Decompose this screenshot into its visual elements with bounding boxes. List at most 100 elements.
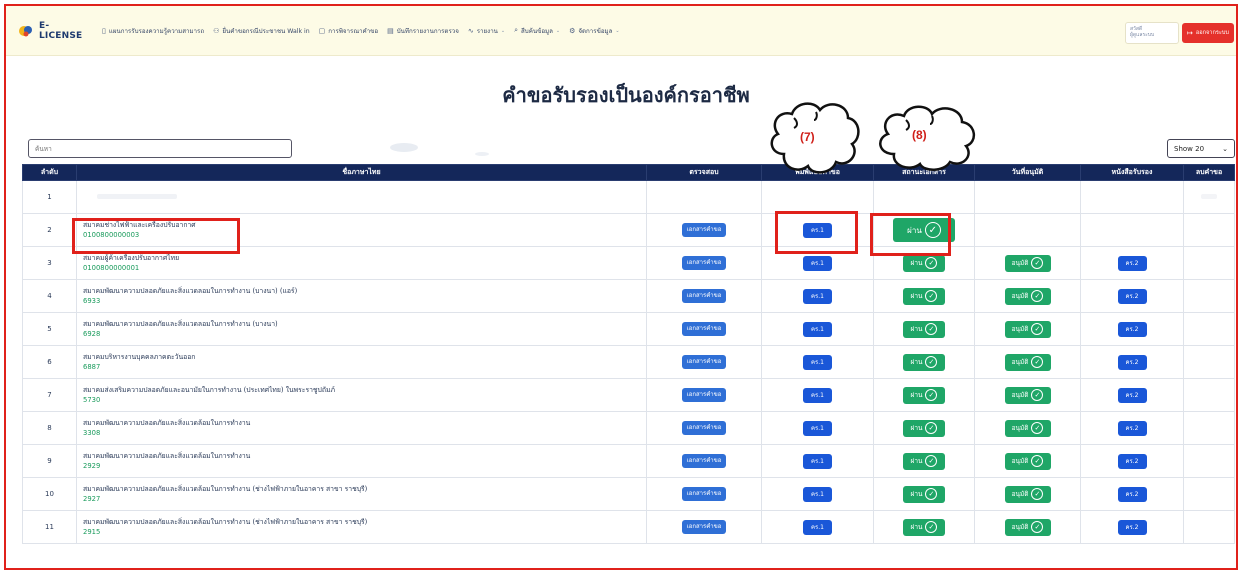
approved-button[interactable]: อนุมัติ ✓	[1004, 287, 1051, 305]
approved-button[interactable]: อนุมัติ ✓	[1004, 419, 1051, 437]
print-kr1-button[interactable]: คร.1	[803, 354, 832, 370]
organization-name[interactable]: สมาคมพัฒนาความปลอดภัยและสิ่งแวดล้อมในการ…	[83, 451, 646, 461]
organization-name[interactable]: สมาคมพัฒนาความปลอดภัยและสิ่งแวดล้อมในการ…	[83, 484, 646, 494]
col-header-no[interactable]: ลำดับ	[22, 164, 77, 181]
organization-name[interactable]: สมาคมพัฒนาความปลอดภัยและสิ่งแวดลอมในการท…	[83, 286, 646, 296]
col-header-approve-date[interactable]: วันที่อนุมัติ	[974, 164, 1081, 181]
nav-item-manage-data[interactable]: ⚙ จัดการข้อมูล ⌄	[569, 26, 620, 36]
nav-item-walkin[interactable]: ⚇ ยื่นคำขอกรณีประชาชน Walk in	[213, 26, 310, 36]
nav-item-label: จัดการข้อมูล	[578, 27, 613, 35]
user-info[interactable]: สวัสดี ผู้ดูแลระบบ	[1125, 22, 1179, 44]
organization-name[interactable]: สมาคมพัฒนาความปลอดภัยและสิ่งแวดล้อมในการ…	[83, 517, 646, 527]
doc-pass-button[interactable]: ผ่าน ✓	[903, 518, 945, 536]
row-number: 4	[22, 279, 77, 313]
print-kr2-button[interactable]: คร.2	[1117, 321, 1147, 337]
request-document-button[interactable]: เอกสารคำขอ	[681, 289, 727, 303]
print-kr1-button[interactable]: คร.1	[803, 453, 832, 469]
approved-button[interactable]: อนุมัติ ✓	[1004, 518, 1051, 536]
table-row: 1	[22, 180, 1235, 214]
col-header-delete[interactable]: ลบคำขอ	[1183, 164, 1235, 181]
organization-code: 0100800000001	[83, 264, 140, 272]
check-cell: เอกสารคำขอ	[646, 246, 762, 280]
print-kr1-button[interactable]: คร.1	[803, 321, 832, 337]
doc-pass-button[interactable]: ผ่าน ✓	[903, 287, 945, 305]
doc-pass-button[interactable]: ผ่าน ✓	[903, 452, 945, 470]
print-kr1-button[interactable]: คร.1	[803, 255, 832, 271]
nav-item-search-data[interactable]: ⌕ สืบค้นข้อมูล ⌄	[514, 26, 560, 36]
print-kr2-button[interactable]: คร.2	[1117, 387, 1147, 403]
col-header-print[interactable]: พิมพ์แบบคำขอ	[761, 164, 874, 181]
doc-pass-button[interactable]: ผ่าน ✓	[903, 353, 945, 371]
doc-status-cell: ผ่าน ✓	[873, 477, 975, 511]
row-name-cell: สมาคมพัฒนาความปลอดภัยและสิ่งแวดล้อมในการ…	[76, 411, 647, 445]
approved-button[interactable]: อนุมัติ ✓	[1004, 320, 1051, 338]
nav-item-reports[interactable]: ∿ รายงาน ⌄	[468, 26, 505, 36]
approved-button[interactable]: อนุมัติ ✓	[1004, 452, 1051, 470]
print-kr1-button[interactable]: คร.1	[803, 288, 832, 304]
approved-button[interactable]: อนุมัติ ✓	[1004, 485, 1051, 503]
organization-name[interactable]: สมาคมช่างไฟฟ้าและเครื่องปรับอากาศ	[83, 220, 646, 230]
brand[interactable]: E-LICENSE	[18, 21, 92, 41]
approved-button[interactable]: อนุมัติ ✓	[1004, 386, 1051, 404]
chevron-down-icon: ⌄	[500, 27, 506, 34]
check-circle-icon: ✓	[925, 290, 938, 302]
doc-pass-button[interactable]: ผ่าน ✓	[893, 218, 955, 242]
print-kr1-button[interactable]: คร.1	[803, 222, 832, 238]
print-kr2-button[interactable]: คร.2	[1117, 354, 1147, 370]
print-kr1-button[interactable]: คร.1	[803, 486, 832, 502]
request-document-button[interactable]: เอกสารคำขอ	[681, 388, 727, 402]
request-document-button[interactable]: เอกสารคำขอ	[681, 322, 727, 336]
doc-pass-button[interactable]: ผ่าน ✓	[903, 254, 945, 272]
print-kr2-button[interactable]: คร.2	[1117, 486, 1147, 502]
page-size-select[interactable]: Show 20 ⌄	[1167, 139, 1235, 158]
row-name-cell: สมาคมพัฒนาความปลอดภัยและสิ่งแวดล้อมในการ…	[76, 510, 647, 544]
organization-name[interactable]: สมาคมพัฒนาความปลอดภัยและสิ่งแวดลอมในการท…	[83, 319, 646, 329]
request-document-button[interactable]: เอกสารคำขอ	[681, 256, 727, 270]
request-document-button[interactable]: เอกสารคำขอ	[681, 520, 727, 534]
print-kr2-button[interactable]: คร.2	[1117, 519, 1147, 535]
row-number: 2	[22, 213, 77, 247]
table-row: 5 สมาคมพัฒนาความปลอดภัยและสิ่งแวดลอมในการ…	[22, 312, 1235, 346]
print-kr1-button[interactable]: คร.1	[803, 387, 832, 403]
doc-pass-button[interactable]: ผ่าน ✓	[903, 386, 945, 404]
col-header-name[interactable]: ชื่อภาษาไทย	[76, 164, 647, 181]
request-document-button[interactable]: เอกสารคำขอ	[681, 454, 727, 468]
print-kr1-button[interactable]: คร.1	[803, 420, 832, 436]
print-kr2-button[interactable]: คร.2	[1117, 255, 1147, 271]
approved-button[interactable]: อนุมัติ ✓	[1004, 254, 1051, 272]
organization-name[interactable]: สมาคมส่งเสริมความปลอดภัยและอนามัยในการทำ…	[83, 385, 646, 395]
request-document-button[interactable]: เอกสารคำขอ	[681, 487, 727, 501]
row-number: 3	[22, 246, 77, 280]
request-document-button[interactable]: เอกสารคำขอ	[681, 223, 727, 237]
col-header-check[interactable]: ตรวจสอบ	[646, 164, 762, 181]
nav-item-inspection-log[interactable]: ▤ บันทึกรายงานการตรวจ	[387, 26, 459, 36]
col-header-doc-status[interactable]: สถานะเอกสาร	[873, 164, 975, 181]
print-cell: คร.1	[761, 477, 874, 511]
approved-label: อนุมัติ	[1011, 292, 1029, 300]
print-kr1-button[interactable]: คร.1	[803, 519, 832, 535]
nav-item-certification-plan[interactable]: ▯ แผนการรับรองความรู้ความสามารถ	[102, 26, 204, 36]
print-kr2-button[interactable]: คร.2	[1117, 288, 1147, 304]
request-document-button[interactable]: เอกสารคำขอ	[681, 355, 727, 369]
print-kr2-button[interactable]: คร.2	[1117, 420, 1147, 436]
organization-name[interactable]: สมาคมผู้ค้าเครื่องปรับอากาศไทย	[83, 253, 646, 263]
doc-pass-button[interactable]: ผ่าน ✓	[903, 320, 945, 338]
organization-name[interactable]: สมาคมบริหารงานบุคคลภาคตะวันออก	[83, 352, 646, 362]
doc-pass-button[interactable]: ผ่าน ✓	[903, 485, 945, 503]
nav-item-review[interactable]: ▢ การพิจารณาคำขอ	[319, 26, 378, 36]
print-kr2-button[interactable]: คร.2	[1117, 453, 1147, 469]
approved-button[interactable]: อนุมัติ ✓	[1004, 353, 1051, 371]
doc-pass-button[interactable]: ผ่าน ✓	[903, 419, 945, 437]
organization-name[interactable]: สมาคมพัฒนาความปลอดภัยและสิ่งแวดล้อมในการ…	[83, 418, 646, 428]
col-header-certificate[interactable]: หนังสือรับรอง	[1080, 164, 1184, 181]
request-document-button[interactable]: เอกสารคำขอ	[681, 421, 727, 435]
check-cell: เอกสารคำขอ	[646, 213, 762, 247]
approve-cell	[974, 180, 1081, 214]
logout-button[interactable]: ↦ ออกจากระบบ	[1182, 23, 1234, 43]
check-circle-icon: ✓	[1031, 455, 1044, 467]
search-input[interactable]	[28, 139, 292, 158]
organization-code: 6933	[83, 297, 101, 305]
doc-status-cell: ผ่าน ✓	[873, 378, 975, 412]
table-row: 8 สมาคมพัฒนาความปลอดภัยและสิ่งแวดล้อมในกา…	[22, 411, 1235, 445]
user-add-icon: ⚇	[213, 26, 220, 35]
